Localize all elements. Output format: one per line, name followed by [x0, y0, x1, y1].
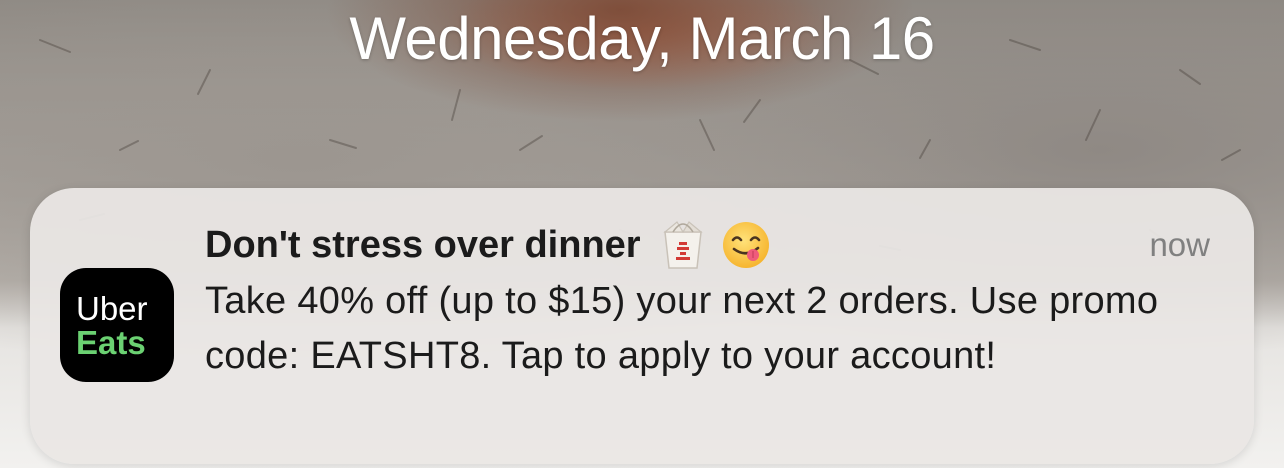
app-icon-line2: Eats — [76, 323, 146, 361]
lock-screen: Wednesday, March 16 Uber Eats Don't stre… — [0, 0, 1284, 468]
notification-title-row: Don't stress over dinner — [205, 218, 771, 272]
uber-eats-app-icon: Uber Eats — [60, 268, 174, 382]
notification-body: Take 40% off (up to $15) your next 2 ord… — [205, 280, 1159, 377]
face-savoring-food-icon — [721, 220, 771, 270]
lockscreen-date: Wednesday, March 16 — [349, 5, 935, 72]
notification-title: Don't stress over dinner — [205, 223, 641, 266]
notification-card[interactable]: Uber Eats Don't stress over dinner now T… — [30, 188, 1254, 464]
takeout-box-icon — [659, 218, 707, 272]
notification-timestamp: now — [1149, 226, 1210, 263]
app-icon-line1: Uber — [76, 289, 148, 327]
